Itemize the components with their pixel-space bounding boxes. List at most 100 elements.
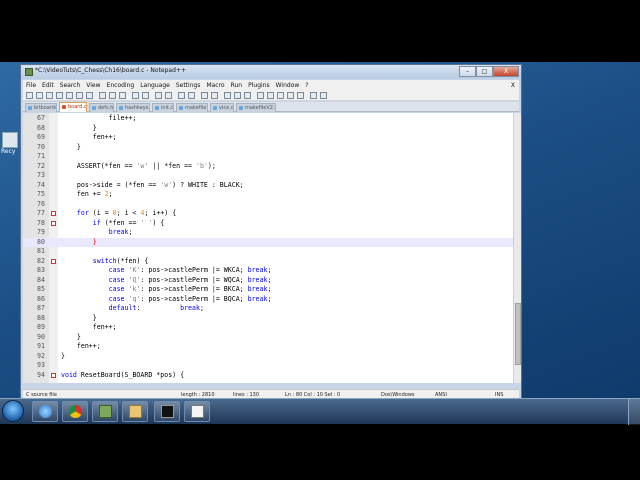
fold-toggle-icon[interactable]	[51, 211, 56, 216]
line-number: 76	[37, 199, 45, 208]
code-editor[interactable]: 67 file++; 68 } 69 fen++; 70 } 71 72 ASS…	[23, 113, 513, 383]
zoom-out-icon[interactable]	[188, 92, 195, 99]
code-text: case 'q': pos->castlePerm |= BQCA; break…	[61, 294, 272, 305]
open-file-icon[interactable]	[36, 92, 43, 99]
tab-board[interactable]: board.c	[59, 102, 87, 112]
code-token: : pos->castlePerm |= BQCA;	[140, 294, 248, 303]
char-literal: 'Q'	[124, 275, 141, 284]
tab-bitboards[interactable]: bitboards.c	[25, 103, 57, 112]
sync-v-icon[interactable]	[201, 92, 208, 99]
fold-toggle-icon[interactable]	[51, 372, 56, 378]
char-literal: 'b'	[196, 161, 208, 170]
keyword: break	[108, 228, 129, 236]
menu-view[interactable]: View	[83, 82, 103, 89]
minimize-button[interactable]: –	[459, 66, 476, 77]
keyword: case	[108, 294, 125, 303]
paste-icon[interactable]	[119, 92, 126, 99]
notepadpp-icon	[25, 68, 33, 76]
replace-icon[interactable]	[165, 92, 172, 99]
tab-makefilev2[interactable]: makefileV2.txt	[236, 103, 276, 112]
code-line: 87 default: break;	[23, 304, 513, 314]
taskbar-explorer[interactable]	[122, 401, 148, 422]
code-text: case 'Q': pos->castlePerm |= WQCA; break…	[61, 275, 272, 286]
menu-encoding[interactable]: Encoding	[104, 82, 138, 89]
code-token: ) ? WHITE : BLACK;	[172, 180, 244, 189]
menu-file[interactable]: File	[23, 82, 39, 89]
taskbar-ie[interactable]	[32, 401, 58, 422]
sync-h-icon[interactable]	[211, 92, 218, 99]
save-macro-icon[interactable]	[297, 92, 304, 99]
code-line: 77 for (i = 0; i < 4; i++) {	[23, 209, 513, 219]
redo-icon[interactable]	[142, 92, 149, 99]
print-icon[interactable]	[86, 92, 93, 99]
tab-makefile[interactable]: makefile	[176, 103, 208, 112]
code-token: : pos->castlePerm |= BKCA;	[140, 285, 248, 293]
spell-check-icon[interactable]	[310, 92, 317, 99]
record-macro-icon[interactable]	[257, 92, 264, 99]
title-bar[interactable]: *C:\VideoTuts\C_Chess\Ch16\board.c - Not…	[21, 65, 521, 79]
menu-search[interactable]: Search	[57, 82, 84, 89]
show-desktop-button[interactable]	[628, 399, 640, 425]
tab-hashkeys[interactable]: hashkeys.c	[116, 103, 150, 112]
copy-icon[interactable]	[109, 92, 116, 99]
save-all-icon[interactable]	[56, 92, 63, 99]
code-text: fen++;	[61, 342, 101, 350]
taskbar-document[interactable]	[184, 401, 210, 422]
find-icon[interactable]	[155, 92, 162, 99]
maximize-button[interactable]: □	[476, 66, 493, 77]
internet-explorer-icon	[39, 405, 52, 418]
fold-toggle-icon[interactable]	[51, 220, 56, 226]
menu-plugins[interactable]: Plugins	[245, 82, 273, 89]
line-number: 70	[37, 142, 45, 151]
menu-help[interactable]: ?	[302, 82, 311, 89]
menu-macro[interactable]: Macro	[203, 82, 227, 89]
code-token: ; i <	[116, 209, 141, 217]
close-document-icon[interactable]: X	[508, 82, 519, 89]
code-token: ;	[267, 275, 272, 284]
code-line: 91 fen++;	[23, 342, 513, 352]
menu-window[interactable]: Window	[273, 82, 303, 89]
char-literal: 'q'	[124, 294, 141, 303]
vertical-scrollbar[interactable]	[513, 113, 521, 383]
code-text: file++;	[61, 114, 137, 122]
undo-icon[interactable]	[132, 92, 139, 99]
indent-guide-icon[interactable]	[244, 92, 251, 99]
tab-vice[interactable]: vice.c	[210, 103, 234, 112]
fold-toggle-icon[interactable]	[51, 258, 56, 264]
char-literal: 'k'	[124, 285, 141, 293]
play-macro-multi-icon[interactable]	[287, 92, 294, 99]
code-text: void ResetBoard(S_BOARD *pos) {	[61, 371, 184, 381]
line-number: 85	[37, 285, 45, 293]
close-file-icon[interactable]	[66, 92, 73, 99]
menu-language[interactable]: Language	[137, 82, 173, 89]
show-all-chars-icon[interactable]	[234, 92, 241, 99]
save-icon[interactable]	[46, 92, 53, 99]
start-button[interactable]	[2, 400, 24, 422]
line-number: 90	[37, 332, 45, 341]
taskbar-cmd[interactable]	[154, 401, 180, 422]
taskbar-chrome[interactable]	[62, 401, 88, 422]
code-token: ASSERT(*fen ==	[61, 161, 137, 170]
stop-macro-icon[interactable]	[267, 92, 274, 99]
play-macro-icon[interactable]	[277, 92, 284, 99]
menu-run[interactable]: Run	[228, 82, 246, 89]
line-number: 80	[37, 237, 45, 246]
spell-check-next-icon[interactable]	[320, 92, 327, 99]
zoom-in-icon[interactable]	[178, 92, 185, 99]
menu-edit[interactable]: Edit	[39, 82, 57, 89]
menu-settings[interactable]: Settings	[173, 82, 204, 89]
tab-init[interactable]: init.c	[152, 103, 174, 112]
word-wrap-icon[interactable]	[224, 92, 231, 99]
close-button[interactable]: X	[493, 66, 519, 77]
code-line: 78 if (*fen == ' ') {	[23, 219, 513, 229]
close-all-icon[interactable]	[76, 92, 83, 99]
tab-defs[interactable]: defs.h	[89, 103, 114, 112]
scrollbar-thumb[interactable]	[515, 303, 521, 365]
recycle-bin-shortcut[interactable]: Recy	[1, 132, 19, 160]
code-text: }	[61, 351, 65, 360]
cut-icon[interactable]	[99, 92, 106, 99]
new-file-icon[interactable]	[26, 92, 33, 99]
taskbar-notepadpp[interactable]	[92, 401, 118, 422]
